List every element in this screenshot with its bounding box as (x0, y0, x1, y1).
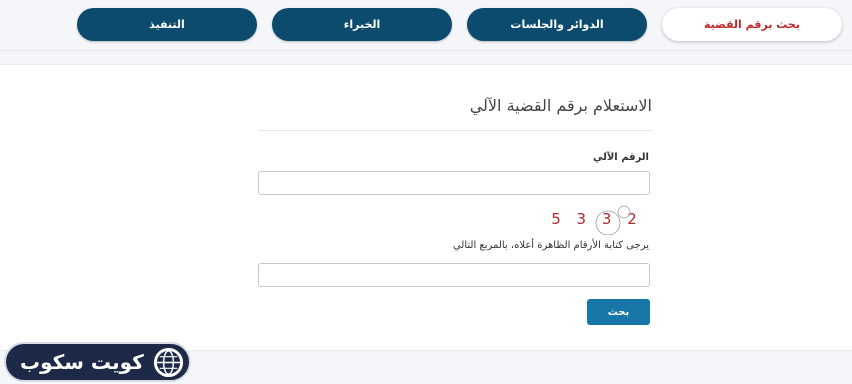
page-title: الاستعلام برقم القضية الآلي (469, 96, 652, 115)
captcha-noise (595, 205, 631, 235)
search-button[interactable]: بحث (587, 299, 650, 325)
search-panel (0, 64, 852, 351)
watermark-logo: كويت سكوب (4, 342, 191, 382)
captcha-input[interactable] (258, 263, 650, 287)
divider (0, 50, 852, 51)
auto-number-input[interactable] (258, 171, 650, 195)
divider (258, 130, 652, 131)
watermark-text: كويت سكوب (20, 350, 144, 374)
captcha-image: 5 3 3 2 (540, 203, 648, 235)
globe-icon (153, 347, 184, 378)
captcha-hint: يرجى كتابة الأرقام الظاهرة أعلاه، بالمرب… (452, 240, 649, 251)
tab-execution[interactable]: التنفيذ (77, 8, 257, 41)
tab-bar: بحث برقم القضية الدوائر والجلسات الخبراء… (0, 0, 852, 50)
auto-number-label: الرقم الآلي (592, 152, 649, 163)
tab-search-by-case-number[interactable]: بحث برقم القضية (662, 8, 842, 41)
tab-experts[interactable]: الخبراء (272, 8, 452, 41)
tab-circuits-and-sessions[interactable]: الدوائر والجلسات (467, 8, 647, 41)
